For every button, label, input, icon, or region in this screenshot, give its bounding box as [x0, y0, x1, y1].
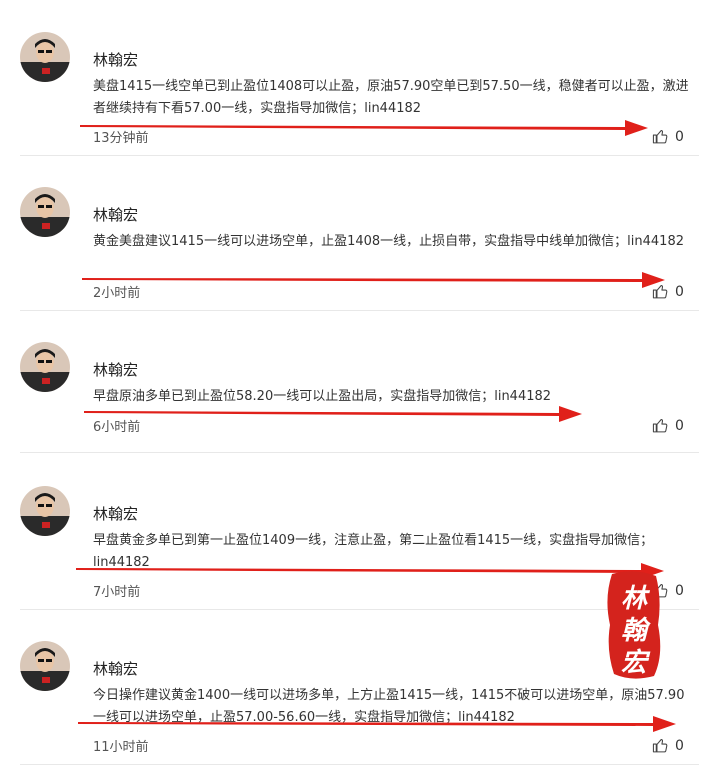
- like-button[interactable]: 0: [652, 582, 684, 599]
- thumbs-up-icon[interactable]: [652, 737, 669, 754]
- author-name[interactable]: 林翰宏: [93, 49, 138, 70]
- post-content: 今日操作建议黄金1400一线可以进场多单，上方止盈1415一线，1415不破可以…: [93, 688, 685, 725]
- post: 林翰宏 美盘1415一线空单已到止盈位1408可以止盈，原油57.90空单已到5…: [0, 0, 713, 156]
- divider: [20, 764, 699, 765]
- like-count: 0: [675, 417, 684, 434]
- post-time: 11小时前: [93, 740, 149, 755]
- thumbs-up-icon[interactable]: [652, 582, 669, 599]
- post-content: 早盘黄金多单已到第一止盈位1409一线，注意止盈，第二止盈位看1415一线，实盘…: [93, 533, 654, 570]
- avatar[interactable]: [20, 342, 70, 392]
- like-count: 0: [675, 128, 684, 145]
- like-button[interactable]: 0: [652, 283, 684, 300]
- like-button[interactable]: 0: [652, 737, 684, 754]
- author-name[interactable]: 林翰宏: [93, 204, 138, 225]
- post-time: 13分钟前: [93, 131, 149, 146]
- divider: [20, 452, 699, 453]
- author-name[interactable]: 林翰宏: [93, 658, 138, 679]
- avatar[interactable]: [20, 32, 70, 82]
- like-button[interactable]: 0: [652, 417, 684, 434]
- post: 林翰宏 黄金美盘建议1415一线可以进场空单，止盈1408一线，止损自带，实盘指…: [0, 155, 713, 311]
- post-content: 早盘原油多单已到止盈位58.20一线可以止盈出局，实盘指导加微信；lin4418…: [93, 389, 552, 404]
- author-name[interactable]: 林翰宏: [93, 359, 138, 380]
- post: 林翰宏 早盘黄金多单已到第一止盈位1409一线，注意止盈，第二止盈位看1415一…: [0, 454, 713, 610]
- avatar[interactable]: [20, 486, 70, 536]
- post-content: 黄金美盘建议1415一线可以进场空单，止盈1408一线，止损自带，实盘指导中线单…: [93, 234, 684, 249]
- like-count: 0: [675, 737, 684, 754]
- post-time: 2小时前: [93, 286, 141, 301]
- like-button[interactable]: 0: [652, 128, 684, 145]
- post: 林翰宏 早盘原油多单已到止盈位58.20一线可以止盈出局，实盘指导加微信；lin…: [0, 310, 713, 465]
- post-time: 6小时前: [93, 420, 141, 435]
- avatar[interactable]: [20, 641, 70, 691]
- thumbs-up-icon[interactable]: [652, 128, 669, 145]
- thumbs-up-icon[interactable]: [652, 417, 669, 434]
- author-name[interactable]: 林翰宏: [93, 503, 138, 524]
- post: 林翰宏 今日操作建议黄金1400一线可以进场多单，上方止盈1415一线，1415…: [0, 609, 713, 779]
- post-time: 7小时前: [93, 585, 141, 600]
- post-content: 美盘1415一线空单已到止盈位1408可以止盈，原油57.90空单已到57.50…: [93, 79, 689, 116]
- like-count: 0: [675, 283, 684, 300]
- thumbs-up-icon[interactable]: [652, 283, 669, 300]
- avatar[interactable]: [20, 187, 70, 237]
- like-count: 0: [675, 582, 684, 599]
